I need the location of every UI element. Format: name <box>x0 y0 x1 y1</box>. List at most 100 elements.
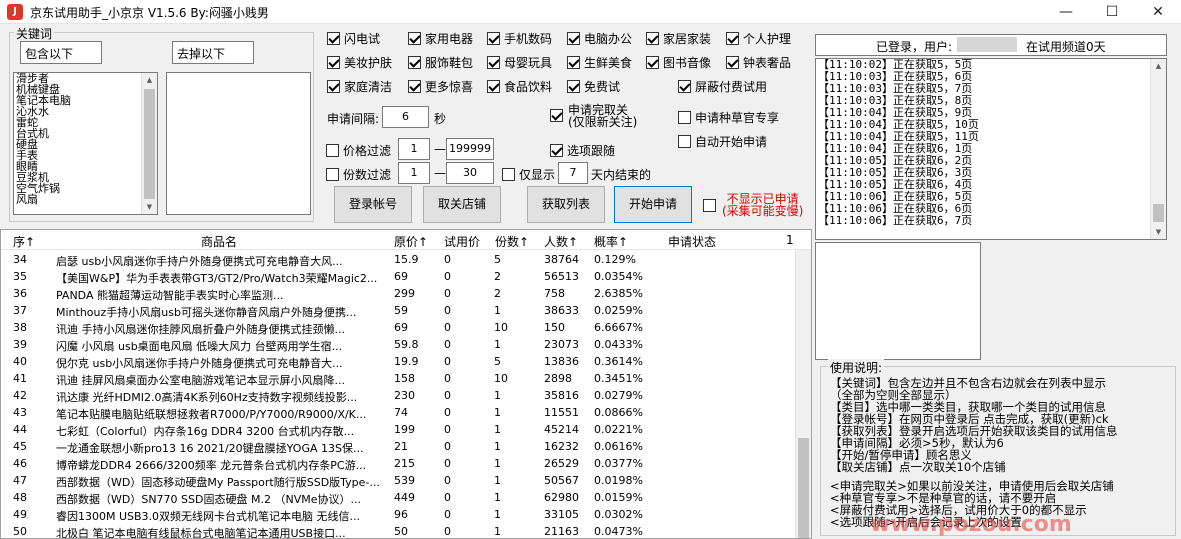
checkbox-box[interactable] <box>646 32 659 45</box>
col-status[interactable]: 申请状态 <box>668 233 716 250</box>
col-trial-price[interactable]: 试用价 <box>444 233 480 250</box>
price-max-input[interactable]: 199999 <box>446 138 494 160</box>
table-row[interactable]: 39 闪魔 小风扇 usb桌面电风扇 低噪大风力 台壁两用学生宿... 59.8 0 1… <box>1 336 801 353</box>
table-row[interactable]: 49 睿因1300M USB3.0双频无线网卡台式机笔记本电脑 无线信... 96 0… <box>1 506 801 523</box>
table-row[interactable]: 45 一龙通金联想小新pro13 16 2021/20键盘膜拯YOGA 13S保.… <box>1 438 801 455</box>
price-filter-checkbox[interactable]: 价格过滤 <box>326 142 391 159</box>
category-checkbox[interactable]: 家用电器 <box>408 30 473 47</box>
login-button[interactable]: 登录帐号 <box>334 186 412 223</box>
checkbox-box[interactable] <box>327 56 340 69</box>
table-row[interactable]: 44 七彩虹（Colorful）内存条16g DDR4 3200 台式机内存散..… <box>1 421 801 438</box>
category-checkbox[interactable]: 服饰鞋包 <box>408 54 473 71</box>
checkbox-box[interactable] <box>487 80 500 93</box>
scroll-down-icon[interactable]: ▼ <box>142 200 157 214</box>
start-apply-button[interactable]: 开始申请 <box>614 186 692 223</box>
checkbox-box[interactable] <box>502 168 515 181</box>
checkbox-box[interactable] <box>550 109 563 122</box>
category-checkbox[interactable]: 免费试 <box>567 78 620 95</box>
category-checkbox[interactable]: 钟表奢品 <box>726 54 791 71</box>
scroll-up-icon[interactable]: ▲ <box>142 73 157 87</box>
category-checkbox[interactable]: 更多惊喜 <box>408 78 473 95</box>
options-follow-checkbox[interactable]: 选项跟随 <box>550 142 615 159</box>
checkbox-box[interactable] <box>327 80 340 93</box>
checkbox-box[interactable] <box>326 144 339 157</box>
hide-applied-checkbox[interactable] <box>703 199 720 212</box>
include-keywords-list[interactable]: 滑步者 机械键盘 笔记本电脑 沁水水 雷蛇 台式机 硬盘 手表 眼睛 豆浆机 空气炸锅 风扇 ▲ ▼ <box>13 72 158 215</box>
category-checkbox[interactable]: 生鲜美食 <box>567 54 632 71</box>
table-row[interactable]: 43 笔记本贴膜电脑贴纸联想拯救者R7000/P/Y7000/R9000/X/K.… <box>1 404 801 421</box>
table-row[interactable]: 42 讯达康 光纤HDMI2.0高清4K系列60Hz支持数字视频线投影... 230… <box>1 387 801 404</box>
category-checkbox[interactable]: 个人护理 <box>726 30 791 47</box>
table-row[interactable]: 34 启瑟 usb小风扇迷你手持户外随身便携式可充电静音大风... 15.9 0 5 38… <box>1 251 801 268</box>
category-checkbox[interactable]: 美妆护肤 <box>327 54 392 71</box>
category-checkbox[interactable]: 家庭清洁 <box>327 78 392 95</box>
col-seq[interactable]: 序↑ <box>13 233 35 250</box>
log-scrollbar[interactable]: ▲ ▼ <box>1150 59 1166 239</box>
cancel-follow-checkbox[interactable] <box>550 109 567 122</box>
scroll-thumb[interactable] <box>798 438 809 538</box>
category-checkbox[interactable]: 图书音像 <box>646 54 711 71</box>
col-price[interactable]: 原价↑ <box>394 233 428 250</box>
table-row[interactable]: 35 【美国W&P】华为手表表带GT3/GT2/Pro/Watch3荣耀Magic… <box>1 268 801 285</box>
col-people[interactable]: 人数↑ <box>544 233 578 250</box>
scroll-thumb[interactable] <box>144 89 155 199</box>
category-checkbox[interactable]: 屏蔽付费试用 <box>678 78 767 95</box>
scroll-up-icon[interactable]: ▲ <box>1151 59 1166 73</box>
checkbox-box[interactable] <box>567 56 580 69</box>
col-qty[interactable]: 份数↑ <box>495 233 529 250</box>
category-checkbox[interactable]: 手机数码 <box>487 30 552 47</box>
seed-officer-checkbox[interactable]: 申请种草官专享 <box>678 109 779 126</box>
checkbox-box[interactable] <box>678 80 691 93</box>
checkbox-box[interactable] <box>408 32 421 45</box>
list-item[interactable]: 风扇 <box>14 194 157 205</box>
checkbox-box[interactable] <box>408 80 421 93</box>
table-row[interactable]: 38 讯迪 手持小风扇迷你挂脖风扇折叠户外随身便携式挂颈懒... 69 0 10 150 6… <box>1 319 801 336</box>
qty-max-input[interactable]: 30 <box>446 162 494 184</box>
log-panel[interactable]: 【11:10:02】正在获取5，5页 【11:10:03】正在获取5，6页 【11:… <box>815 58 1167 240</box>
table-row[interactable]: 50 北极白 笔记本电脑有线鼠标台式电脑笔记本通用USB接口... 50 0 1 2116… <box>1 523 801 538</box>
include-keyword-input[interactable]: 包含以下 <box>20 41 102 64</box>
checkbox-box[interactable] <box>703 199 716 212</box>
checkbox-box[interactable] <box>567 32 580 45</box>
scroll-down-icon[interactable]: ▼ <box>1151 225 1166 239</box>
auto-start-checkbox[interactable]: 自动开始申请 <box>678 133 767 150</box>
table-row[interactable]: 48 西部数据（WD）SN770 SSD固态硬盘 M.2 （NVMe协议）... 4… <box>1 489 801 506</box>
minimize-button[interactable]: — <box>1043 0 1089 24</box>
get-list-button[interactable]: 获取列表 <box>527 186 605 223</box>
price-min-input[interactable]: 1 <box>398 138 430 160</box>
table-row[interactable]: 47 西部数据（WD）固态移动硬盘My Passport随行版SSD版Type-.… <box>1 472 801 489</box>
table-scrollbar[interactable] <box>795 250 811 538</box>
product-table[interactable]: 序↑ 商品名 原价↑ 试用价 份数↑ 人数↑ 概率↑ 申请状态 1 34 启瑟 u… <box>0 229 812 539</box>
close-button[interactable]: ✕ <box>1135 0 1181 24</box>
col-prob[interactable]: 概率↑ <box>594 233 628 250</box>
table-row[interactable]: 37 Minthouz手持小风扇usb可摇头迷你静音风扇户外随身便携... 59 0 1… <box>1 302 801 319</box>
scroll-thumb[interactable] <box>1153 204 1164 222</box>
table-row[interactable]: 41 讯迪 挂屏风扇桌面办公室电脑游戏笔记本显示屏小风扇降... 158 0 10 289… <box>1 370 801 387</box>
checkbox-box[interactable] <box>678 135 691 148</box>
include-list-scrollbar[interactable]: ▲ ▼ <box>141 73 157 214</box>
checkbox-box[interactable] <box>567 80 580 93</box>
category-checkbox[interactable]: 闪电试 <box>327 30 380 47</box>
checkbox-box[interactable] <box>487 56 500 69</box>
checkbox-box[interactable] <box>726 56 739 69</box>
category-checkbox[interactable]: 电脑办公 <box>567 30 632 47</box>
category-checkbox[interactable]: 家居家装 <box>646 30 711 47</box>
checkbox-box[interactable] <box>550 144 563 157</box>
checkbox-box[interactable] <box>678 111 691 124</box>
qty-min-input[interactable]: 1 <box>398 162 430 184</box>
category-checkbox[interactable]: 母婴玩具 <box>487 54 552 71</box>
exclude-keywords-list[interactable] <box>166 72 311 215</box>
table-row[interactable]: 40 倪尔克 usb小风扇迷你手持户外随身便携式可充电静音大... 19.9 0 5 13… <box>1 353 801 370</box>
checkbox-box[interactable] <box>408 56 421 69</box>
table-row[interactable]: 36 PANDA 熊猫超薄运动智能手表实时心率监测... 299 0 2 758 2.638… <box>1 285 801 302</box>
checkbox-box[interactable] <box>726 32 739 45</box>
unfollow-shops-button[interactable]: 取关店铺 <box>423 186 501 223</box>
interval-input[interactable]: 6 <box>382 106 429 128</box>
table-row[interactable]: 46 博帝蟒龙DDR4 2666/3200频率 龙元普条台式机内存条PC游... 2… <box>1 455 801 472</box>
checkbox-box[interactable] <box>646 56 659 69</box>
qty-filter-checkbox[interactable]: 份数过滤 <box>326 166 391 183</box>
col-name[interactable]: 商品名 <box>201 233 237 250</box>
days-input[interactable]: 7 <box>558 162 588 184</box>
checkbox-box[interactable] <box>327 32 340 45</box>
checkbox-box[interactable] <box>326 168 339 181</box>
